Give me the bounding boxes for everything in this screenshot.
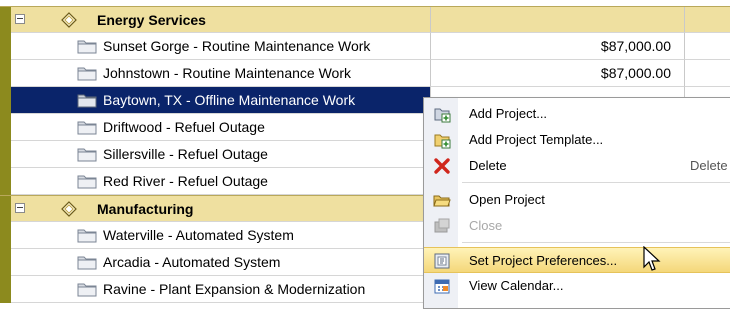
row-stripe xyxy=(0,196,11,222)
row-stripe xyxy=(0,249,11,276)
menu-item-set-project-preferences[interactable]: Set Project Preferences... xyxy=(424,247,730,273)
project-label: Sunset Gorge - Routine Maintenance Work xyxy=(103,38,371,54)
folder-icon xyxy=(77,256,97,270)
name-cell: Johnstown - Routine Maintenance Work xyxy=(11,60,431,87)
menu-item-label: Open Project xyxy=(469,192,545,207)
menu-separator xyxy=(462,242,730,243)
folder-icon xyxy=(77,121,97,135)
folder-icon xyxy=(77,175,97,189)
project-label: Red River - Refuel Outage xyxy=(103,173,268,189)
context-menu: Add Project... Add Project Template... D… xyxy=(423,97,730,309)
menu-item-label: Add Project Template... xyxy=(469,132,604,147)
project-row-sunset-gorge[interactable]: Sunset Gorge - Routine Maintenance Work … xyxy=(0,33,730,60)
folder-icon xyxy=(77,148,97,162)
menu-item-delete[interactable]: Delete Delete xyxy=(424,153,730,179)
collapse-toggle-icon[interactable] xyxy=(15,203,25,213)
row-stripe xyxy=(0,114,11,141)
menu-item-label: Add Project... xyxy=(469,106,548,121)
portfolio-diamond-icon xyxy=(61,201,77,217)
row-stripe xyxy=(0,7,11,33)
menu-item-add-project[interactable]: Add Project... xyxy=(424,101,730,127)
name-cell: Waterville - Automated System xyxy=(11,222,431,249)
menu-item-label: Set Project Preferences... xyxy=(469,253,618,268)
project-label: Johnstown - Routine Maintenance Work xyxy=(103,65,351,81)
amount-cell: $87,000.00 xyxy=(431,33,685,60)
extra-cell xyxy=(685,7,730,33)
folder-icon xyxy=(77,229,97,243)
portfolio-diamond-icon xyxy=(61,12,77,28)
collapse-toggle-icon[interactable] xyxy=(15,14,25,24)
mouse-cursor-icon xyxy=(643,246,661,271)
close-project-icon xyxy=(434,218,450,233)
preferences-icon xyxy=(434,253,450,269)
project-label: Ravine - Plant Expansion & Modernization xyxy=(103,281,366,297)
extra-cell xyxy=(685,33,730,60)
extra-cell xyxy=(685,60,730,87)
row-stripe xyxy=(0,33,11,60)
menu-item-label: Close xyxy=(469,218,503,233)
menu-item-open-project[interactable]: Open Project xyxy=(424,187,730,213)
group-label: Energy Services xyxy=(97,12,206,28)
project-label: Waterville - Automated System xyxy=(103,227,294,243)
menu-item-label: Delete xyxy=(469,158,507,173)
project-label: Sillersville - Refuel Outage xyxy=(103,146,268,162)
group-row-energy-services[interactable]: Energy Services xyxy=(0,6,730,33)
menu-item-label: View Calendar... xyxy=(469,278,564,293)
name-cell: Sunset Gorge - Routine Maintenance Work xyxy=(11,33,431,60)
row-stripe xyxy=(0,60,11,87)
folder-icon xyxy=(77,40,97,54)
name-cell: Sillersville - Refuel Outage xyxy=(11,141,431,168)
menu-item-close[interactable]: Close xyxy=(424,213,730,239)
delete-icon xyxy=(434,158,450,174)
menu-separator xyxy=(462,182,730,183)
folder-icon xyxy=(77,67,97,81)
add-project-icon xyxy=(434,108,451,123)
menu-item-shortcut: Delete xyxy=(690,158,728,173)
name-cell: Ravine - Plant Expansion & Modernization xyxy=(11,276,431,303)
open-project-icon xyxy=(433,195,451,207)
name-cell: Red River - Refuel Outage xyxy=(11,168,431,195)
name-cell: Arcadia - Automated System xyxy=(11,249,431,276)
folder-icon xyxy=(77,283,97,297)
name-cell: Manufacturing xyxy=(11,196,431,222)
project-label: Driftwood - Refuel Outage xyxy=(103,119,265,135)
row-stripe xyxy=(0,141,11,168)
amount-cell xyxy=(431,7,685,33)
name-cell: Energy Services xyxy=(11,7,431,33)
row-stripe xyxy=(0,276,11,303)
row-stripe xyxy=(0,222,11,249)
group-label: Manufacturing xyxy=(97,201,194,217)
project-label: Arcadia - Automated System xyxy=(103,254,281,270)
name-cell: Driftwood - Refuel Outage xyxy=(11,114,431,141)
name-cell: Baytown, TX - Offline Maintenance Work xyxy=(11,87,431,114)
row-stripe xyxy=(0,168,11,195)
menu-item-view-calendar[interactable]: View Calendar... xyxy=(424,273,730,299)
calendar-icon xyxy=(434,279,450,294)
project-label: Baytown, TX - Offline Maintenance Work xyxy=(103,92,356,108)
folder-icon xyxy=(77,94,97,108)
menu-item-add-project-template[interactable]: Add Project Template... xyxy=(424,127,730,153)
project-row-johnstown[interactable]: Johnstown - Routine Maintenance Work $87… xyxy=(0,60,730,87)
amount-cell: $87,000.00 xyxy=(431,60,685,87)
add-template-icon xyxy=(434,134,451,149)
row-stripe xyxy=(0,87,11,114)
